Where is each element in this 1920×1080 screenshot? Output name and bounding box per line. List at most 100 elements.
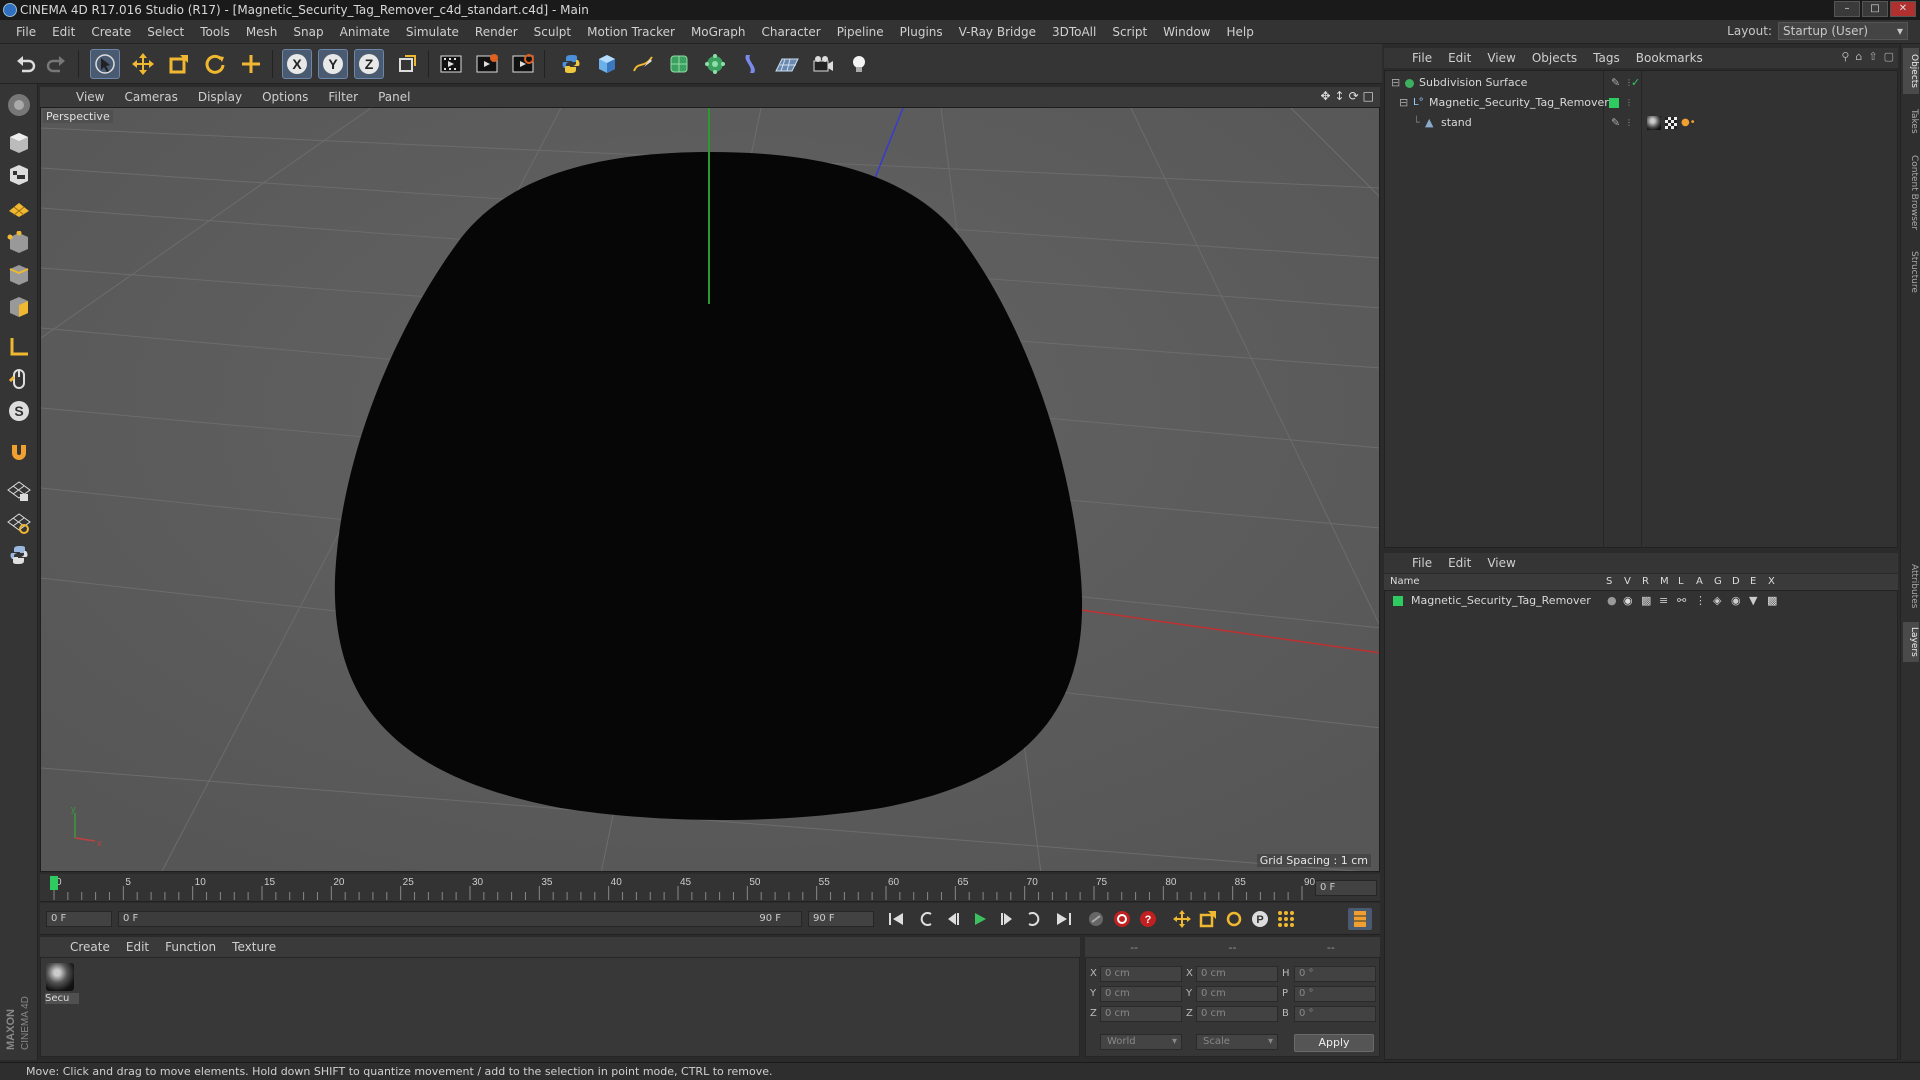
search-icon[interactable]: ⚲: [1841, 50, 1849, 63]
texture-tag-icon[interactable]: [1665, 117, 1677, 129]
edges-mode-icon[interactable]: [4, 260, 34, 290]
menu-vray-bridge[interactable]: V-Ray Bridge: [951, 25, 1044, 39]
end-frame-field[interactable]: 90 F: [808, 911, 874, 927]
scale-icon[interactable]: [164, 49, 194, 79]
object-menu-edit[interactable]: Edit: [1440, 51, 1479, 65]
key-position-icon[interactable]: [1170, 908, 1194, 930]
layer-visible-icon[interactable]: ◉: [1623, 591, 1633, 611]
rotate-icon[interactable]: [200, 49, 230, 79]
layer-lock-icon[interactable]: ⚯: [1677, 591, 1686, 611]
object-row[interactable]: ⊟ L° Magnetic_Security_Tag_Remover ⋮: [1385, 93, 1897, 113]
coordinate-system-icon[interactable]: [392, 49, 422, 79]
timeline-layout-icon[interactable]: [1348, 908, 1372, 930]
z-axis-icon[interactable]: Z: [354, 49, 384, 79]
play-icon[interactable]: [968, 908, 992, 930]
material-menu-function[interactable]: Function: [157, 940, 224, 954]
go-to-start-icon[interactable]: [884, 908, 908, 930]
layer-solo-icon[interactable]: ●: [1607, 591, 1617, 611]
home-icon[interactable]: ⌂: [1855, 50, 1862, 63]
render-picture-viewer-icon[interactable]: [472, 49, 502, 79]
python-console-icon[interactable]: [4, 540, 34, 570]
floor-icon[interactable]: [772, 49, 802, 79]
array-icon[interactable]: [700, 49, 730, 79]
layer-xref-icon[interactable]: ▩: [1767, 591, 1777, 611]
light-icon[interactable]: [844, 49, 874, 79]
key-rotation-icon[interactable]: [1222, 908, 1246, 930]
add-object-icon[interactable]: [236, 49, 266, 79]
size-y-field[interactable]: 0 cm: [1196, 986, 1278, 1002]
polygons-mode-icon[interactable]: [4, 292, 34, 322]
viewport-menu-filter[interactable]: Filter: [318, 90, 368, 104]
pos-y-field[interactable]: 0 cm: [1100, 986, 1182, 1002]
y-axis-icon[interactable]: Y: [318, 49, 348, 79]
enabled-check-icon[interactable]: ✓: [1631, 73, 1640, 93]
move-icon[interactable]: [128, 49, 158, 79]
object-row[interactable]: └ ▲ stand ✎ ⋮ ●•: [1385, 113, 1897, 133]
menu-create[interactable]: Create: [83, 25, 139, 39]
size-x-field[interactable]: 0 cm: [1196, 966, 1278, 982]
object-menu-file[interactable]: File: [1404, 51, 1440, 65]
visibility-dots-icon[interactable]: ⋮: [1625, 93, 1633, 113]
make-editable-icon[interactable]: [4, 90, 34, 120]
viewport-pan-icon[interactable]: ✥: [1320, 89, 1330, 103]
tab-takes[interactable]: Takes: [1903, 104, 1919, 138]
autokey-icon[interactable]: ?: [1136, 908, 1160, 930]
maximize-button[interactable]: □: [1862, 1, 1888, 17]
undo-icon[interactable]: [10, 49, 40, 79]
layer-generator-icon[interactable]: ◈: [1713, 591, 1721, 611]
up-arrow-icon[interactable]: ⇧: [1868, 50, 1877, 63]
menu-plugins[interactable]: Plugins: [892, 25, 951, 39]
grid-lock-icon[interactable]: [4, 476, 34, 506]
layer-menu-file[interactable]: File: [1404, 556, 1440, 570]
points-mode-icon[interactable]: [4, 228, 34, 258]
tab-layers[interactable]: Layers: [1903, 622, 1919, 662]
go-to-end-icon[interactable]: [1052, 908, 1076, 930]
layer-row[interactable]: Magnetic_Security_Tag_Remover ● ◉ ▩ ≡ ⚯ …: [1385, 591, 1897, 611]
x-axis-icon[interactable]: X: [282, 49, 312, 79]
layer-animation-icon[interactable]: ⋮: [1695, 591, 1706, 611]
menu-snap[interactable]: Snap: [285, 25, 331, 39]
playhead[interactable]: [50, 876, 58, 890]
size-z-field[interactable]: 0 cm: [1196, 1006, 1278, 1022]
coordinate-space-select[interactable]: World ▾: [1100, 1034, 1182, 1050]
layout-select[interactable]: Startup (User) ▾: [1778, 22, 1908, 40]
tab-objects[interactable]: Objects: [1903, 48, 1919, 94]
render-settings-icon[interactable]: [508, 49, 538, 79]
new-view-icon[interactable]: ▢: [1884, 50, 1894, 63]
layer-pencil-icon[interactable]: ✎: [1611, 113, 1620, 133]
current-frame-field[interactable]: 0 F: [1315, 880, 1377, 896]
record-keys-icon[interactable]: [1110, 908, 1134, 930]
collapse-icon[interactable]: ⊟: [1399, 93, 1408, 113]
object-menu-bookmarks[interactable]: Bookmarks: [1628, 51, 1711, 65]
spline-pen-icon[interactable]: [628, 49, 658, 79]
key-pla-icon[interactable]: [1274, 908, 1298, 930]
layer-render-icon[interactable]: ▩: [1641, 591, 1651, 611]
tab-attributes[interactable]: Attributes: [1903, 554, 1919, 618]
close-button[interactable]: ✕: [1890, 1, 1916, 17]
viewport-menu-panel[interactable]: Panel: [368, 90, 420, 104]
pos-x-field[interactable]: 0 cm: [1100, 966, 1182, 982]
motion-record-icon[interactable]: [1084, 908, 1108, 930]
start-frame-field[interactable]: 0 F: [46, 911, 112, 927]
material-menu-texture[interactable]: Texture: [224, 940, 284, 954]
material-tag-icon[interactable]: [1647, 116, 1661, 130]
viewport-menu-display[interactable]: Display: [188, 90, 252, 104]
menu-character[interactable]: Character: [753, 25, 828, 39]
object-menu-tags[interactable]: Tags: [1585, 51, 1628, 65]
previous-frame-icon[interactable]: [940, 908, 964, 930]
texture-mode-icon[interactable]: [4, 160, 34, 190]
subdivision-icon[interactable]: [664, 49, 694, 79]
material-item[interactable]: Secu: [43, 960, 79, 1008]
deformer-icon[interactable]: [736, 49, 766, 79]
layer-deformer-icon[interactable]: ◉: [1731, 591, 1741, 611]
minimize-button[interactable]: –: [1834, 1, 1860, 17]
layer-menu-view[interactable]: View: [1479, 556, 1523, 570]
grid-snap-icon[interactable]: [4, 508, 34, 538]
axis-mode-icon[interactable]: [4, 332, 34, 362]
layer-menu-edit[interactable]: Edit: [1440, 556, 1479, 570]
viewport-menu-cameras[interactable]: Cameras: [114, 90, 187, 104]
viewport-menu-options[interactable]: Options: [252, 90, 318, 104]
layer-color-swatch[interactable]: [1609, 98, 1619, 108]
frame-range-slider[interactable]: 0 F 90 F: [118, 911, 802, 927]
menu-file[interactable]: File: [8, 25, 44, 39]
